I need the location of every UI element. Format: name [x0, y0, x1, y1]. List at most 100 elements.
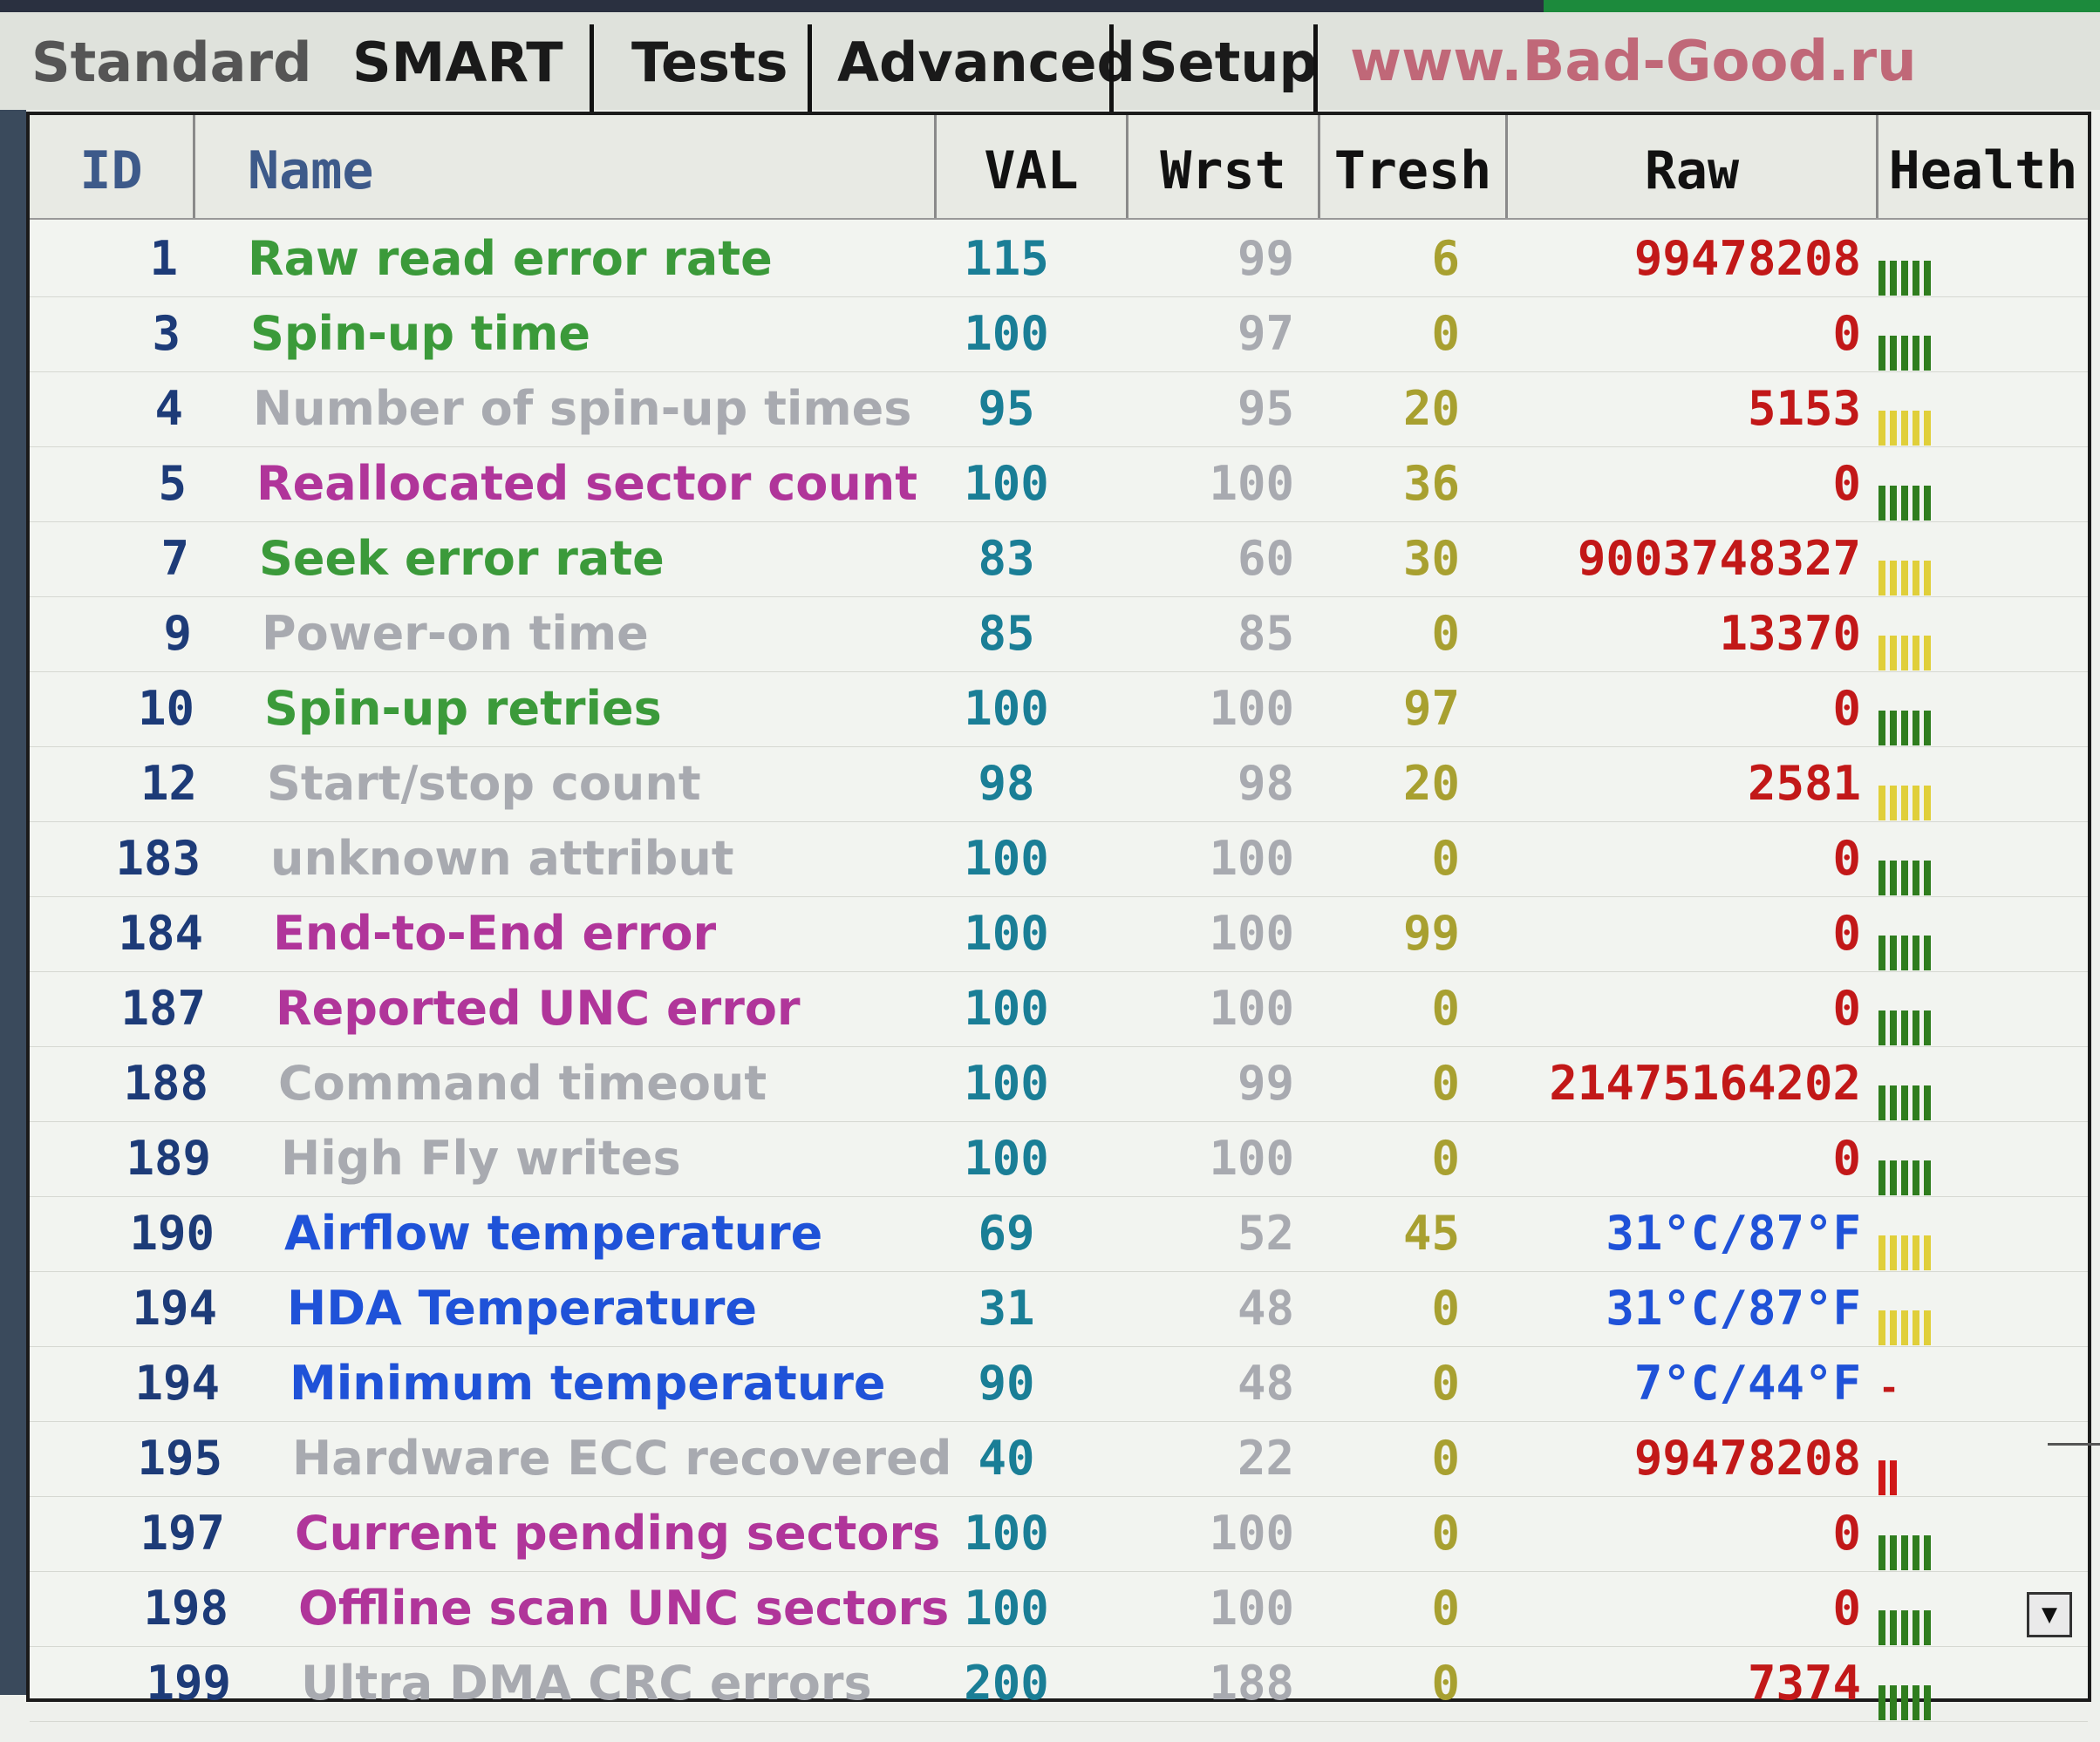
attribute-threshold: 0 — [1431, 306, 1460, 361]
table-row[interactable]: 3 Spin-up time 100 97 0 0 — [30, 296, 2088, 372]
column-header-health[interactable]: Health — [1878, 115, 2088, 218]
attribute-worst: 100 — [1209, 906, 1294, 961]
attribute-id: 187 — [120, 981, 206, 1036]
attribute-id: 190 — [129, 1206, 215, 1261]
table-row[interactable]: 194 Minimum temperature 90 48 0 7°C/44°F - — [30, 1346, 2088, 1422]
attribute-value: 115 — [964, 231, 1049, 286]
column-header-name[interactable]: Name — [195, 115, 937, 218]
attribute-name: Hardware ECC recovered — [292, 1431, 952, 1486]
table-row[interactable]: 190 Airflow temperature 69 52 45 31°C/87°F — [30, 1196, 2088, 1272]
attribute-raw: 0 — [1832, 831, 1861, 886]
table-row[interactable]: 198 Offline scan UNC sectors 100 100 0 0 — [30, 1571, 2088, 1647]
attribute-raw: 31°C/87°F — [1606, 1281, 1861, 1336]
health-indicator — [1878, 671, 2053, 746]
column-header-tresh[interactable]: Tresh — [1320, 115, 1508, 218]
attribute-threshold: 36 — [1402, 456, 1460, 511]
table-row[interactable]: 187 Reported UNC error 100 100 0 0 — [30, 971, 2088, 1047]
site-watermark: www.Bad-Good.ru — [1350, 30, 1917, 94]
column-header-id[interactable]: ID — [30, 115, 195, 218]
attribute-raw: 0 — [1832, 681, 1861, 736]
table-row[interactable]: 194 HDA Temperature 31 48 0 31°C/87°F — [30, 1271, 2088, 1347]
attribute-threshold: 0 — [1431, 1356, 1460, 1411]
attribute-id: 5 — [158, 456, 187, 511]
attribute-threshold: 45 — [1402, 1206, 1460, 1261]
attribute-id: 199 — [146, 1656, 231, 1711]
table-row[interactable]: 184 End-to-End error 100 100 99 0 — [30, 896, 2088, 972]
health-bars-red — [1878, 1442, 1901, 1495]
attribute-threshold: 20 — [1402, 381, 1460, 436]
health-bars-green — [1878, 242, 1935, 296]
health-bars-green — [1878, 917, 1935, 970]
table-row[interactable]: 7 Seek error rate 83 60 30 9003748327 — [30, 521, 2088, 597]
health-indicator — [1878, 1196, 2053, 1271]
attribute-worst: 97 — [1237, 306, 1294, 361]
attribute-id: 3 — [152, 306, 181, 361]
attribute-value: 85 — [978, 606, 1035, 661]
tab-smart[interactable]: SMART — [352, 21, 563, 105]
table-row[interactable]: 9 Power-on time 85 85 0 13370 — [30, 596, 2088, 672]
smart-attributes-table: ID Name VAL Wrst Tresh Raw Health 1 Raw r… — [26, 112, 2091, 1722]
health-bars-green — [1878, 317, 1935, 371]
attribute-raw: 7°C/44°F — [1633, 1356, 1861, 1411]
attribute-raw: 0 — [1832, 1506, 1861, 1561]
attribute-name: Reported UNC error — [276, 981, 801, 1036]
attribute-value: 31 — [978, 1281, 1035, 1336]
column-header-wrst[interactable]: Wrst — [1128, 115, 1320, 218]
table-row[interactable]: 4 Number of spin-up times 95 95 20 5153 — [30, 371, 2088, 447]
table-row[interactable]: 10 Spin-up retries 100 100 97 0 — [30, 671, 2088, 747]
attribute-id: 188 — [123, 1056, 208, 1111]
table-header: ID Name VAL Wrst Tresh Raw Health — [30, 115, 2088, 220]
table-row[interactable]: 1 Raw read error rate 115 99 6 99478208 — [30, 221, 2088, 297]
health-indicator — [1878, 371, 2053, 446]
table-row[interactable]: 189 High Fly writes 100 100 0 0 — [30, 1121, 2088, 1197]
attribute-id: 198 — [143, 1581, 228, 1636]
attribute-threshold: 20 — [1402, 756, 1460, 811]
health-bars-green — [1878, 1517, 1935, 1570]
tab-tests[interactable]: Tests — [631, 21, 788, 105]
attribute-raw: 0 — [1832, 1581, 1861, 1636]
attribute-threshold: 0 — [1431, 1431, 1460, 1486]
attribute-worst: 100 — [1209, 681, 1294, 736]
health-bars-green — [1878, 1142, 1935, 1195]
health-bars-green — [1878, 467, 1935, 521]
table-row[interactable]: 197 Current pending sectors 100 100 0 0 — [30, 1496, 2088, 1572]
tab-standard[interactable]: Standard — [31, 21, 311, 105]
health-indicator — [1878, 1271, 2053, 1346]
health-indicator — [1878, 596, 2053, 671]
attribute-worst: 48 — [1237, 1281, 1294, 1336]
attribute-worst: 100 — [1209, 1581, 1294, 1636]
scroll-down-button[interactable]: ▼ — [2027, 1592, 2072, 1637]
attribute-raw: 0 — [1832, 456, 1861, 511]
attribute-raw: 0 — [1832, 981, 1861, 1036]
health-bars-yellow — [1878, 767, 1935, 820]
health-bars-green — [1878, 842, 1935, 895]
health-indicator — [1878, 1646, 2053, 1721]
health-indicator — [1878, 446, 2053, 521]
tab-separator — [1109, 24, 1114, 112]
attribute-id: 4 — [154, 381, 183, 436]
health-bars-green — [1878, 992, 1935, 1045]
table-row[interactable]: 195 Hardware ECC recovered 40 22 0 99478208 — [30, 1421, 2088, 1497]
table-row[interactable]: 12 Start/stop count 98 98 20 2581 — [30, 746, 2088, 822]
health-bars-green — [1878, 1067, 1935, 1120]
table-row[interactable]: 5 Reallocated sector count 100 100 36 0 — [30, 446, 2088, 522]
attribute-value: 100 — [964, 1581, 1049, 1636]
scrollbar-mark — [2048, 1443, 2100, 1446]
table-row[interactable]: 199 Ultra DMA CRC errors 200 188 0 7374 — [30, 1646, 2088, 1722]
column-header-raw[interactable]: Raw — [1508, 115, 1878, 218]
attribute-value: 100 — [964, 1506, 1049, 1561]
column-header-val[interactable]: VAL — [937, 115, 1128, 218]
tab-advanced[interactable]: Advanced — [837, 21, 1135, 105]
health-indicator — [1878, 1046, 2053, 1121]
attribute-value: 100 — [964, 981, 1049, 1036]
health-indicator — [1878, 746, 2053, 821]
tab-setup[interactable]: Setup — [1139, 21, 1318, 105]
attribute-id: 184 — [118, 906, 203, 961]
attribute-name: End-to-End error — [273, 906, 717, 961]
attribute-name: Offline scan UNC sectors — [298, 1581, 950, 1636]
health-bars-green — [1878, 1592, 1935, 1645]
table-row[interactable]: 188 Command timeout 100 99 0 21475164202 — [30, 1046, 2088, 1122]
table-row[interactable]: 183 unknown attribut 100 100 0 0 — [30, 821, 2088, 897]
attribute-threshold: 0 — [1431, 1506, 1460, 1561]
attribute-id: 194 — [134, 1356, 220, 1411]
